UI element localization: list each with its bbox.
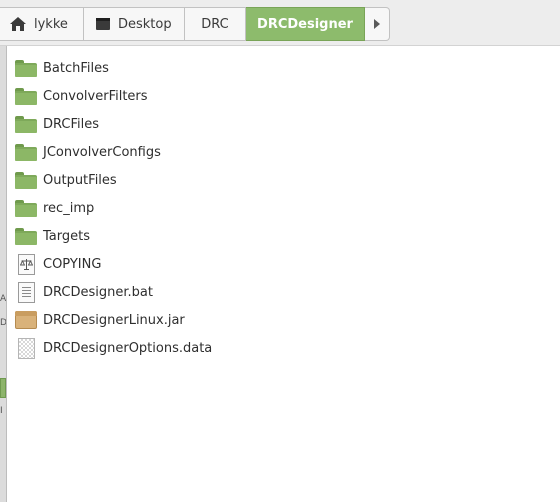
- list-item[interactable]: COPYING: [14, 250, 314, 278]
- breadcrumb-drc[interactable]: DRC: [185, 7, 246, 41]
- file-name: OutputFiles: [43, 172, 117, 188]
- breadcrumb-drc-label: DRC: [201, 16, 229, 32]
- list-item[interactable]: DRCDesignerOptions.data: [14, 334, 314, 362]
- strip-green-marker: [0, 378, 6, 398]
- list-item[interactable]: JConvolverConfigs: [14, 138, 314, 166]
- list-item[interactable]: Targets: [14, 222, 314, 250]
- file-name: BatchFiles: [43, 60, 109, 76]
- folder-icon: [14, 196, 38, 220]
- home-icon: [10, 17, 26, 31]
- breadcrumb-drcdesigner[interactable]: DRCDesigner: [246, 7, 365, 41]
- file-name: DRCDesigner.bat: [43, 284, 153, 300]
- file-name: DRCFiles: [43, 116, 99, 132]
- breadcrumb: lykke Desktop DRC DRCDesigner: [0, 7, 390, 41]
- text-file-icon: [14, 280, 38, 304]
- file-name: JConvolverConfigs: [43, 144, 161, 160]
- list-item[interactable]: rec_imp: [14, 194, 314, 222]
- folder-icon: [14, 168, 38, 192]
- list-item[interactable]: DRCFiles: [14, 110, 314, 138]
- strip-mark-d: D: [0, 318, 6, 328]
- folder-icon: [14, 112, 38, 136]
- background-window-edge: A D I: [0, 0, 7, 502]
- binary-file-icon: [14, 336, 38, 360]
- file-name: rec_imp: [43, 200, 95, 216]
- path-toolbar: lykke Desktop DRC DRCDesigner: [0, 0, 560, 46]
- list-item[interactable]: OutputFiles: [14, 166, 314, 194]
- strip-mark-i: I: [0, 406, 3, 416]
- strip-mark-a: A: [0, 294, 6, 304]
- file-name: COPYING: [43, 256, 102, 272]
- file-name: DRCDesignerLinux.jar: [43, 312, 185, 328]
- folder-icon: [14, 140, 38, 164]
- breadcrumb-home[interactable]: lykke: [0, 7, 84, 41]
- desktop-icon: [96, 18, 110, 30]
- file-name: ConvolverFilters: [43, 88, 148, 104]
- breadcrumb-home-label: lykke: [34, 16, 68, 32]
- list-item[interactable]: BatchFiles: [14, 54, 314, 82]
- file-name: Targets: [43, 228, 90, 244]
- folder-icon: [14, 224, 38, 248]
- list-item[interactable]: DRCDesignerLinux.jar: [14, 306, 314, 334]
- breadcrumb-desktop-label: Desktop: [118, 16, 172, 32]
- folder-icon: [14, 84, 38, 108]
- list-item[interactable]: DRCDesigner.bat: [14, 278, 314, 306]
- folder-icon: [14, 56, 38, 80]
- file-name: DRCDesignerOptions.data: [43, 340, 213, 356]
- archive-box-icon: [14, 308, 38, 332]
- breadcrumb-drcdesigner-label: DRCDesigner: [257, 16, 353, 32]
- list-item[interactable]: ConvolverFilters: [14, 82, 314, 110]
- license-scale-icon: [14, 252, 38, 276]
- chevron-right-icon: [374, 19, 380, 29]
- breadcrumb-desktop[interactable]: Desktop: [84, 7, 185, 41]
- breadcrumb-next-button[interactable]: [365, 7, 390, 41]
